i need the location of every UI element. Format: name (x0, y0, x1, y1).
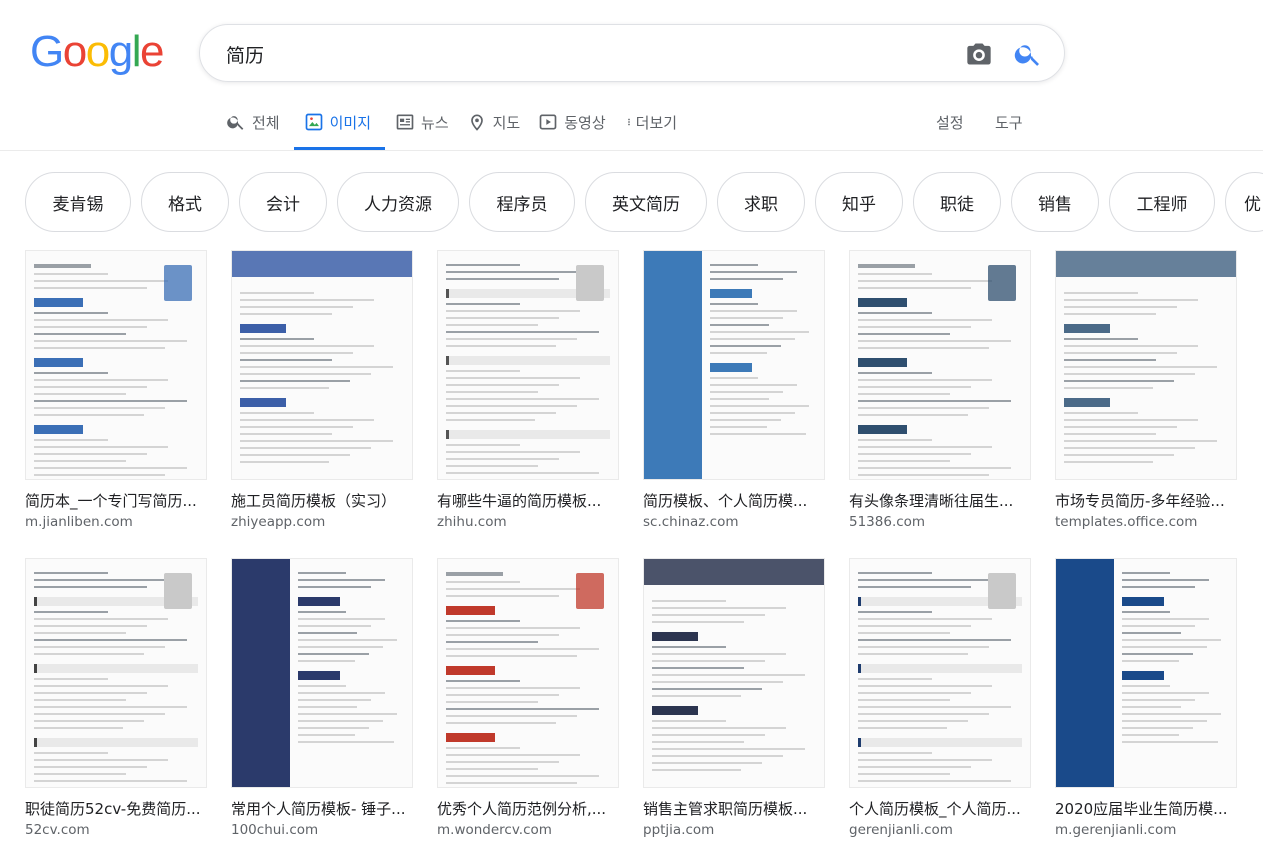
result-site[interactable]: zhiyeapp.com (231, 514, 413, 530)
image-result[interactable]: 有哪些牛逼的简历模板... zhihu.com (437, 250, 619, 530)
related-search-chips: 麦肯锡 格式 会计 人力资源 程序员 英文简历 求职 知乎 职徒 销售 工程师 … (25, 172, 1263, 232)
image-result[interactable]: 职徒简历52cv-免费简历... 52cv.com (25, 558, 207, 838)
image-result[interactable]: 2020应届毕业生简历模... m.gerenjianli.com (1055, 558, 1237, 838)
chip[interactable]: 优 (1225, 172, 1263, 232)
tab-videos[interactable]: 동영상 (534, 108, 613, 150)
result-title[interactable]: 职徒简历52cv-免费简历... (25, 798, 207, 819)
news-icon (396, 114, 414, 130)
chip[interactable]: 程序员 (469, 172, 575, 232)
chip[interactable]: 知乎 (815, 172, 903, 232)
resume-thumbnail[interactable] (1055, 558, 1237, 788)
resume-thumbnail[interactable] (643, 250, 825, 480)
image-result[interactable]: 销售主管求职简历模板... pptjia.com (643, 558, 825, 838)
image-result[interactable]: 优秀个人简历范例分析,... m.wondercv.com (437, 558, 619, 838)
tab-label: 이미지 (329, 114, 372, 132)
result-title[interactable]: 销售主管求职简历模板... (643, 798, 825, 819)
result-site[interactable]: sc.chinaz.com (643, 514, 825, 530)
image-result[interactable]: 简历模板、个人简历模... sc.chinaz.com (643, 250, 825, 530)
tab-more[interactable]: 더보기 (620, 108, 685, 150)
resume-thumbnail[interactable] (437, 558, 619, 788)
image-result[interactable]: 有头像条理清晰往届生... 51386.com (849, 250, 1031, 530)
result-site[interactable]: templates.office.com (1055, 514, 1237, 530)
result-title[interactable]: 有头像条理清晰往届生... (849, 490, 1031, 511)
camera-search-icon[interactable] (965, 40, 993, 68)
result-title[interactable]: 市场专员简历-多年经验... (1055, 490, 1237, 511)
resume-thumbnail[interactable] (1055, 250, 1237, 480)
result-title[interactable]: 2020应届毕业生简历模... (1055, 798, 1237, 819)
tools-link[interactable]: 도구 (995, 112, 1023, 133)
search-icon (227, 116, 244, 130)
result-site[interactable]: zhihu.com (437, 514, 619, 530)
result-site[interactable]: pptjia.com (643, 822, 825, 838)
google-logo[interactable]: Google (30, 30, 164, 74)
chip[interactable]: 人力资源 (337, 172, 459, 232)
tab-label: 전체 (252, 114, 280, 132)
chip[interactable]: 职徒 (913, 172, 1001, 232)
image-result[interactable]: 个人简历模板_个人简历... gerenjianli.com (849, 558, 1031, 838)
chip[interactable]: 格式 (141, 172, 229, 232)
image-result[interactable]: 简历本_一个专门写简历... m.jianliben.com (25, 250, 207, 530)
result-site[interactable]: gerenjianli.com (849, 822, 1031, 838)
chip[interactable]: 工程师 (1109, 172, 1215, 232)
tab-label: 동영상 (564, 114, 606, 132)
chip[interactable]: 英文简历 (585, 172, 707, 232)
resume-thumbnail[interactable] (231, 558, 413, 788)
result-title[interactable]: 优秀个人简历范例分析,... (437, 798, 619, 819)
tab-label: 지도 (492, 114, 521, 132)
search-icon[interactable] (1013, 39, 1043, 69)
result-site[interactable]: m.jianliben.com (25, 514, 207, 530)
header-divider (0, 150, 1263, 151)
tab-label: 뉴스 (421, 114, 449, 132)
settings-link[interactable]: 설정 (936, 112, 964, 133)
resume-thumbnail[interactable] (643, 558, 825, 788)
map-pin-icon (470, 114, 483, 131)
result-site[interactable]: 100chui.com (231, 822, 413, 838)
chip[interactable]: 求职 (717, 172, 805, 232)
result-site[interactable]: m.wondercv.com (437, 822, 619, 838)
chip[interactable]: 会计 (239, 172, 327, 232)
resume-thumbnail[interactable] (849, 558, 1031, 788)
video-icon (539, 114, 557, 130)
chip[interactable]: 麦肯锡 (25, 172, 131, 232)
tab-maps[interactable]: 지도 (463, 108, 529, 150)
result-title[interactable]: 有哪些牛逼的简历模板... (437, 490, 619, 511)
result-site[interactable]: m.gerenjianli.com (1055, 822, 1237, 838)
result-title[interactable]: 常用个人简历模板- 锤子... (231, 798, 413, 819)
resume-thumbnail[interactable] (437, 250, 619, 480)
more-vert-icon (627, 118, 630, 126)
image-result[interactable]: 常用个人简历模板- 锤子... 100chui.com (231, 558, 413, 838)
tab-label: 더보기 (635, 114, 678, 132)
result-site[interactable]: 51386.com (849, 514, 1031, 530)
search-tabs: 전체 이미지 뉴스 지도 동영상 더보기 (222, 108, 691, 152)
resume-thumbnail[interactable] (231, 250, 413, 480)
image-icon (305, 113, 322, 131)
result-title[interactable]: 个人简历模板_个人简历... (849, 798, 1031, 819)
search-input[interactable] (226, 39, 926, 69)
tab-all[interactable]: 전체 (222, 108, 288, 150)
tab-news[interactable]: 뉴스 (391, 108, 457, 150)
result-site[interactable]: 52cv.com (25, 822, 207, 838)
result-title[interactable]: 施工员简历模板（实习） (231, 490, 413, 511)
image-result[interactable]: 施工员简历模板（实习） zhiyeapp.com (231, 250, 413, 530)
search-box (199, 24, 1065, 82)
resume-thumbnail[interactable] (25, 558, 207, 788)
image-result[interactable]: 市场专员简历-多年经验... templates.office.com (1055, 250, 1237, 530)
chip[interactable]: 销售 (1011, 172, 1099, 232)
tab-images[interactable]: 이미지 (293, 108, 386, 150)
resume-thumbnail[interactable] (849, 250, 1031, 480)
resume-thumbnail[interactable] (25, 250, 207, 480)
result-title[interactable]: 简历模板、个人简历模... (643, 490, 825, 511)
result-title[interactable]: 简历本_一个专门写简历... (25, 490, 207, 511)
